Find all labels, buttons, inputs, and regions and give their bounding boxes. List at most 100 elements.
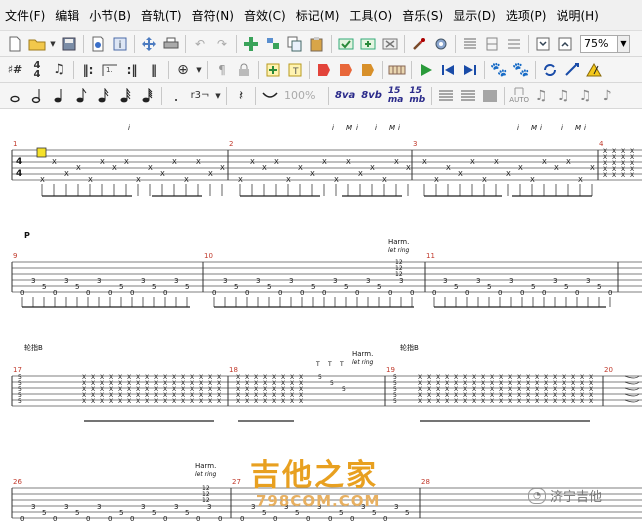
menu-effects[interactable]: 音效(C) — [239, 7, 291, 24]
menu-markers[interactable]: 标记(M) — [291, 7, 345, 24]
toolbar-separator — [455, 34, 456, 53]
beam-icon[interactable]: ♫ — [575, 86, 595, 106]
fretboard-icon[interactable] — [387, 60, 407, 80]
auto-stem-button[interactable]: AUTO — [509, 86, 529, 106]
harmonic-label: Harm. — [352, 350, 373, 358]
octave-8vb-button[interactable]: 8vb — [358, 90, 385, 101]
tie-icon[interactable] — [260, 86, 280, 106]
add-track-icon[interactable] — [241, 34, 261, 54]
tuplet-icon[interactable]: r3¬ — [188, 86, 212, 106]
open-dropdown-icon[interactable]: ▼ — [49, 34, 57, 54]
tab-fret-number: 5 — [152, 283, 156, 291]
menu-track[interactable]: 音轨(T) — [136, 7, 187, 24]
menu-bar-measure[interactable]: 小节(B) — [84, 7, 136, 24]
redo-icon[interactable]: ↷ — [212, 34, 232, 54]
insert-text-icon[interactable]: T — [285, 60, 305, 80]
go-to-start-icon[interactable] — [438, 60, 458, 80]
direction-dropdown-icon[interactable]: ▼ — [195, 60, 203, 80]
stem-up-icon[interactable]: ♫ — [531, 86, 551, 106]
tab-fret-number: 5 — [339, 509, 343, 517]
sixteenth-note-icon[interactable] — [93, 86, 113, 106]
time-signature-top: 4 — [16, 157, 22, 167]
screen-view-icon[interactable] — [482, 34, 502, 54]
tuner-icon[interactable] — [562, 60, 582, 80]
dotted-note-icon[interactable]: . — [166, 86, 186, 106]
song-properties-icon[interactable] — [88, 34, 108, 54]
print-icon[interactable] — [161, 34, 181, 54]
octave-15ma-button[interactable]: 15 ma — [385, 86, 406, 105]
repeat-close-icon[interactable]: :‖ — [122, 60, 142, 80]
octave-8va-button[interactable]: 8va — [332, 90, 358, 101]
alternate-ending-icon[interactable]: 1. — [100, 60, 120, 80]
repeat-open-icon[interactable]: ‖: — [78, 60, 98, 80]
move-icon[interactable] — [139, 34, 159, 54]
open-folder-icon[interactable] — [27, 34, 47, 54]
quarter-note-icon[interactable] — [49, 86, 69, 106]
menu-file[interactable]: 文件(F) — [0, 7, 50, 24]
dead-note: X — [394, 158, 399, 166]
play-icon[interactable] — [416, 60, 436, 80]
triplet-feel-icon[interactable]: ♫ — [49, 60, 69, 80]
whole-note-icon[interactable] — [5, 86, 25, 106]
toolbar-separator — [331, 34, 332, 53]
tuplet-dropdown-icon[interactable]: ▼ — [214, 86, 222, 106]
menu-help[interactable]: 说明(H) — [551, 7, 603, 24]
direction-coda-icon[interactable]: ⊕ — [173, 60, 193, 80]
lock-icon[interactable] — [234, 60, 254, 80]
new-file-icon[interactable] — [5, 34, 25, 54]
measure-number: 4 — [599, 140, 604, 148]
paw-print-icon[interactable]: 🐾 — [489, 60, 509, 80]
sixty-fourth-note-icon[interactable] — [137, 86, 157, 106]
stem-down-icon[interactable]: ♫ — [553, 86, 573, 106]
menu-display[interactable]: 显示(D) — [448, 7, 501, 24]
octave-15mb-button[interactable]: 15 mb — [406, 86, 428, 105]
metronome-icon[interactable] — [584, 60, 604, 80]
vertical-view-icon[interactable] — [504, 34, 524, 54]
marker-icon[interactable] — [314, 60, 334, 80]
rest-icon[interactable]: 𝄽 — [231, 86, 251, 106]
paw-print-alt-icon[interactable]: 🐾 — [511, 60, 531, 80]
copy-track-icon[interactable] — [285, 34, 305, 54]
menu-tools[interactable]: 工具(O) — [344, 7, 397, 24]
menu-note[interactable]: 音符(N) — [187, 7, 239, 24]
zoom-select[interactable]: 75% — [580, 34, 618, 53]
zoom-dropdown-icon[interactable]: ▼ — [618, 34, 630, 53]
settings-gear-icon[interactable] — [431, 34, 451, 54]
loop-icon[interactable] — [540, 60, 560, 80]
paste-track-icon[interactable] — [307, 34, 327, 54]
marker-next-icon[interactable] — [336, 60, 356, 80]
track-properties-icon[interactable] — [263, 34, 283, 54]
dead-note: X — [263, 398, 267, 405]
go-to-end-icon[interactable] — [460, 60, 480, 80]
page-view-icon[interactable] — [460, 34, 480, 54]
menu-edit[interactable]: 编辑 — [50, 7, 84, 24]
marker-prev-icon[interactable] — [358, 60, 378, 80]
menu-options[interactable]: 选项(P) — [501, 7, 552, 24]
scroll-down-icon[interactable] — [533, 34, 553, 54]
layout-lines-alt-icon[interactable] — [458, 86, 478, 106]
time-signature-icon[interactable]: 44 — [27, 60, 47, 80]
check-bar-icon[interactable] — [336, 34, 356, 54]
tab-fret-number: 0 — [53, 515, 57, 523]
flag-icon[interactable]: ♪ — [597, 86, 617, 106]
insert-note-icon[interactable] — [263, 60, 283, 80]
half-note-icon[interactable] — [27, 86, 47, 106]
insert-bar-icon[interactable] — [358, 34, 378, 54]
layout-lines-icon[interactable] — [436, 86, 456, 106]
menu-sound[interactable]: 音乐(S) — [397, 7, 448, 24]
save-icon[interactable] — [59, 34, 79, 54]
dead-note: X — [382, 176, 387, 184]
tools-icon[interactable] — [409, 34, 429, 54]
double-bar-icon[interactable]: ‖ — [144, 60, 164, 80]
delete-bar-icon[interactable] — [380, 34, 400, 54]
key-signature-icon[interactable]: ♯# — [5, 60, 25, 80]
paragraph-icon[interactable]: ¶ — [212, 60, 232, 80]
scroll-up-icon[interactable] — [555, 34, 575, 54]
thirty-second-note-icon[interactable] — [115, 86, 135, 106]
dead-note: X — [145, 398, 149, 405]
eighth-note-icon[interactable] — [71, 86, 91, 106]
info-icon[interactable]: i — [110, 34, 130, 54]
volume-display[interactable]: 100% — [281, 89, 325, 102]
undo-icon[interactable]: ↶ — [190, 34, 210, 54]
layout-lines-dense-icon[interactable] — [480, 86, 500, 106]
